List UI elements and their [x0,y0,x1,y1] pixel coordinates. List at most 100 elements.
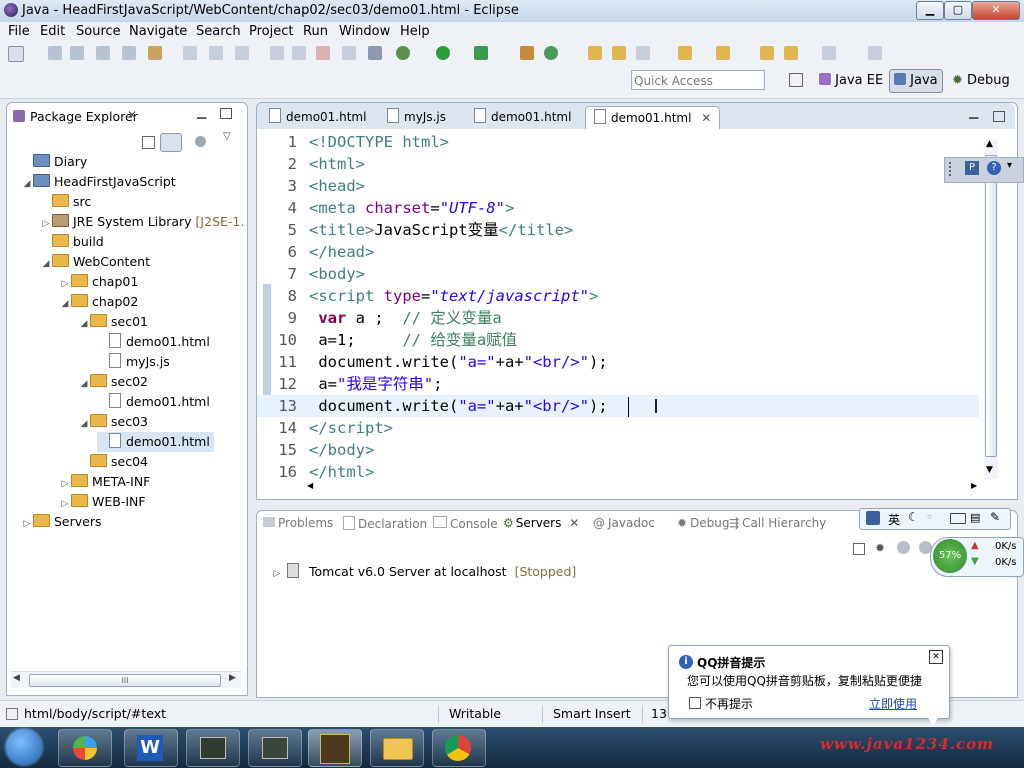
tree-item[interactable]: ◢ HeadFirstJavaScript [21,172,176,192]
scroll-up-icon[interactable]: ▲ [986,139,993,149]
wrench-icon[interactable]: ✎ [990,510,1000,524]
ime-logo-icon[interactable] [866,511,880,525]
close-button[interactable]: ✕ [972,1,1020,20]
tree-item[interactable]: ▷ META-INF [59,472,150,492]
expand-arrow-icon[interactable]: ▷ [271,564,283,584]
open-resource-icon[interactable] [612,46,626,60]
pin-editor-icon[interactable] [868,46,882,60]
code-line[interactable]: 14 </script> [257,417,979,439]
code-line[interactable]: 13 document.write("a="+a+"<br/>"); [257,395,979,417]
expand-arrow-icon[interactable]: ▷ [59,494,71,514]
tab-call-hierarchy[interactable]: ⇶ Call Hierarchy [729,516,826,530]
prev-annotation-icon[interactable] [716,46,730,60]
tree-item[interactable]: ▷ JRE System Library[J2SE-1.5 [40,212,245,232]
tools-icon[interactable]: ▤ [970,511,980,524]
editor-tab-4-active[interactable]: demo01.html ✕ [585,106,721,129]
popup-close-button[interactable]: ✕ [929,650,943,664]
menu-navigate[interactable]: Navigate [129,24,187,39]
tree-item[interactable]: myJs.js [97,352,170,372]
code-line[interactable]: 1 <!DOCTYPE html> [257,131,979,153]
moon-icon[interactable]: ☾ [908,510,919,524]
run-server-icon[interactable] [474,46,488,60]
code-line[interactable]: 5 <title>JavaScript变量</title> [257,219,979,241]
tab-servers-active[interactable]: ⚙ Servers ✕ [503,516,579,530]
collapse-arrow-icon[interactable]: ◢ [78,374,90,394]
taskbar-wps[interactable]: W [124,729,178,767]
scroll-right-icon[interactable]: ▶ [971,481,977,490]
maximize-button[interactable]: ▢ [944,1,972,20]
menu-search[interactable]: Search [196,24,241,39]
run-icon[interactable] [436,46,450,60]
expand-arrow-icon[interactable]: ▷ [59,274,71,294]
dont-show-checkbox[interactable] [689,697,701,709]
code-area[interactable]: 1 <!DOCTYPE html> 2 <html> 3 <head> 4 <meta cha… [257,131,983,483]
taskbar-chrome[interactable] [432,729,486,767]
resume-icon[interactable] [270,46,284,60]
step-icon[interactable] [342,46,356,60]
collapse-all-icon[interactable] [142,136,155,149]
undo-icon[interactable] [183,46,197,60]
server-row[interactable]: ▷ Tomcat v6.0 Server at localhost [Stopp… [271,562,576,582]
vscroll-thumb[interactable] [985,155,997,457]
search-icon[interactable] [636,46,650,60]
code-line[interactable]: 2 <html> [257,153,979,175]
collapse-arrow-icon[interactable]: ◢ [78,414,90,434]
tree-item[interactable]: ◢ sec03 [78,412,148,432]
soft-keyboard-icon[interactable] [950,513,966,524]
scroll-left-icon[interactable]: ◀ [307,481,313,490]
collapse-arrow-icon[interactable]: ◢ [59,294,71,314]
close-tab-icon[interactable]: ✕ [569,516,579,530]
tree-item[interactable]: ◢ chap02 [59,292,138,312]
editor-tab-3[interactable]: demo01.html [466,106,579,128]
tree-item[interactable]: src [40,192,91,212]
taskbar-app-3[interactable] [186,729,240,767]
open-perspective-icon[interactable] [789,73,803,87]
taskbar-app-4[interactable] [248,729,302,767]
collapse-arrow-icon[interactable]: ◢ [40,254,52,274]
menu-run[interactable]: Run [303,24,328,39]
menu-help[interactable]: Help [400,24,430,39]
tab-declaration[interactable]: Declaration [343,516,427,531]
tree-item[interactable]: demo01.html [97,332,210,352]
scroll-left-icon[interactable]: ◀ [13,673,20,683]
debug-server-icon[interactable]: ✹ [875,541,885,555]
hscroll-thumb[interactable]: III [29,674,221,687]
code-line[interactable]: 8 <script type="text/javascript"> [257,285,979,307]
grip-icon[interactable] [949,162,959,176]
expand-arrow-icon[interactable]: ▷ [21,514,33,534]
quick-access-field[interactable]: Quick Access [631,70,765,90]
maximize-view-icon[interactable] [220,108,232,119]
perspective-debug[interactable]: ✹ Debug [948,70,1014,92]
menu-window[interactable]: Window [339,24,390,39]
menu-source[interactable]: Source [76,24,121,39]
skip-breakpoints-icon[interactable] [368,46,382,60]
tab-problems[interactable]: Problems [263,516,333,530]
tree-item[interactable]: ▷ Servers [21,512,102,532]
scroll-right-icon[interactable]: ▶ [229,673,236,683]
minimize-button[interactable]: ▁ [916,1,944,20]
code-line[interactable]: 12 a="我是字符串"; [257,373,979,395]
new-java-project-icon[interactable] [544,46,558,60]
last-edit-icon[interactable] [760,46,774,60]
new-server-icon[interactable] [520,46,534,60]
taskbar-app-1[interactable] [58,729,112,767]
tree-item[interactable]: ◢ sec02 [78,372,148,392]
punct-icon[interactable]: ◦ [926,510,933,524]
collapse-icon[interactable] [853,543,865,555]
tree-item[interactable]: demo01.html [97,432,214,452]
link-editor-icon[interactable] [160,133,182,152]
back-icon[interactable] [784,46,798,60]
new-icon[interactable] [8,46,24,62]
next-annotation-icon[interactable] [678,46,692,60]
tree-item[interactable]: demo01.html [97,392,210,412]
menu-file[interactable]: File [8,24,30,39]
ime-p-icon[interactable]: P [965,161,979,175]
editor-tab-1[interactable]: demo01.html [261,106,374,128]
start-button[interactable] [6,729,42,765]
save-all-icon[interactable] [70,46,84,60]
expand-arrow-icon[interactable]: ▷ [40,214,52,234]
code-line[interactable]: 10 a=1; // 给变量a赋值 [257,329,979,351]
editor-vscrollbar[interactable]: ▲ ▼ [984,139,998,479]
taskbar-explorer[interactable] [370,729,424,767]
open-folder-icon[interactable] [588,46,602,60]
